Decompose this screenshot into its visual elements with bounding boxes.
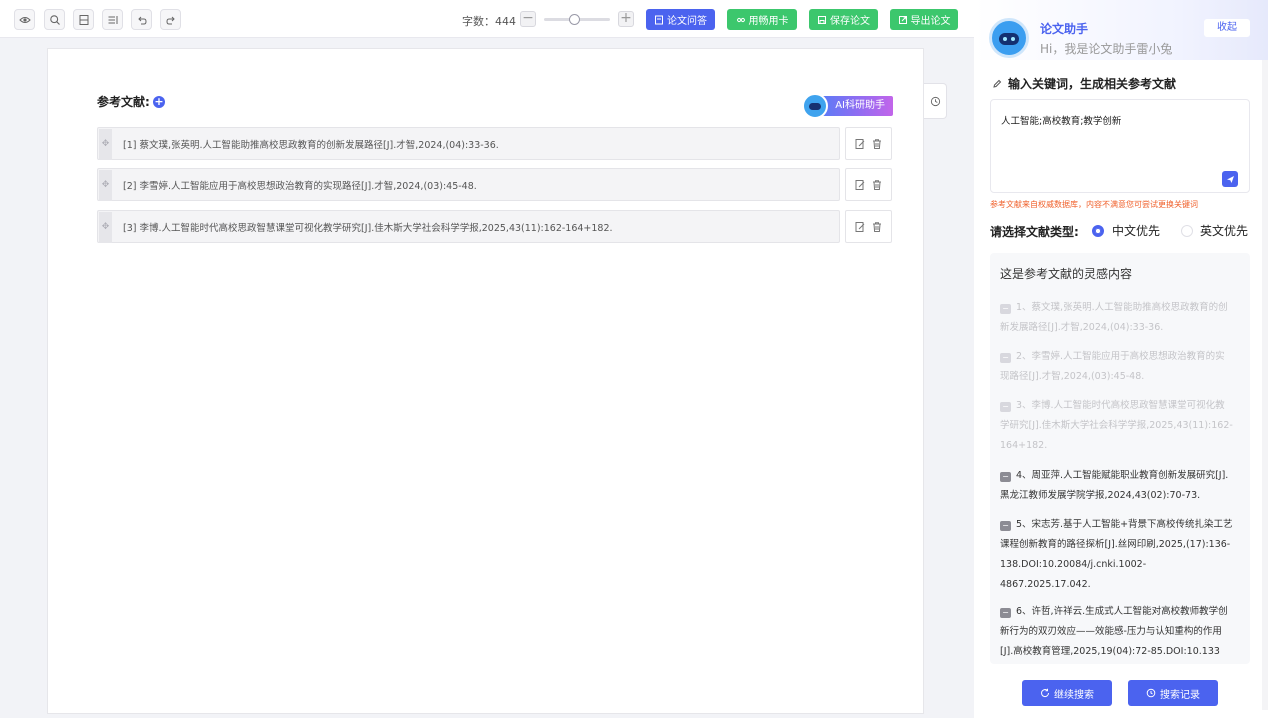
panel-scrollbar[interactable]: [1262, 60, 1268, 710]
export-paper-button[interactable]: 导出论文: [890, 9, 958, 30]
delete-icon[interactable]: [871, 138, 883, 150]
reference-entry[interactable]: ✥ [2] 李雪婷.人工智能应用于高校思想政治教育的实现路径[J].才智,202…: [97, 168, 840, 201]
document-page: 参考文献: + AI科研助手 ✥ [1] 蔡文璞,张英明.人工智能助推高校思政教…: [47, 48, 924, 714]
zoom-slider[interactable]: [544, 14, 610, 25]
search-history-label: 搜索记录: [1160, 689, 1200, 701]
radio-english-first[interactable]: [1181, 225, 1193, 237]
zoom-out-button[interactable]: −: [520, 11, 536, 27]
drag-handle-icon[interactable]: ✥: [99, 212, 112, 243]
paper-qa-button[interactable]: 论文问答: [646, 9, 715, 30]
save-paper-label: 保存论文: [830, 16, 870, 27]
save-icon: [818, 15, 826, 24]
reference-actions: [845, 127, 892, 160]
ai-assistant-label: AI科研助手: [820, 96, 893, 116]
undo-icon[interactable]: [131, 9, 152, 30]
keyword-title-text: 输入关键词，生成相关参考文献: [1008, 77, 1177, 91]
assistant-header: 论文助手 Hi，我是论文助手雷小兔 收起: [974, 0, 1268, 60]
paper-qa-label: 论文问答: [667, 16, 707, 27]
inspiration-item-text: 5、宋志芳.基于人工智能+背景下高校传统扎染工艺课程创新教育的路径探析[J].丝…: [1000, 519, 1233, 590]
reference-text: [2] 李雪婷.人工智能应用于高校思想政治教育的实现路径[J].才智,2024,…: [123, 181, 477, 192]
reference-actions: [845, 210, 892, 243]
reference-text: [3] 李博.人工智能时代高校思政智慧课堂可视化教学研究[J].佳木斯大学社会科…: [123, 223, 613, 234]
zoom-slider-thumb[interactable]: [568, 14, 580, 25]
continue-search-label: 继续搜索: [1054, 689, 1094, 701]
collapse-button[interactable]: 收起: [1204, 19, 1250, 37]
pencil-icon: [993, 79, 1002, 88]
delete-icon[interactable]: [871, 221, 883, 233]
minus-checkbox-icon[interactable]: −: [1000, 304, 1011, 314]
eye-icon[interactable]: [14, 9, 35, 30]
clock-icon: [930, 96, 940, 106]
minus-checkbox-icon[interactable]: −: [1000, 353, 1011, 363]
drag-handle-icon[interactable]: ✥: [99, 170, 112, 201]
radio-chinese-first-label[interactable]: 中文优先: [1112, 222, 1160, 239]
inspiration-panel: 这是参考文献的灵感内容 −1、蔡文璞,张英明.人工智能助推高校思政教育的创新发展…: [990, 253, 1250, 664]
inspiration-item[interactable]: −5、宋志芳.基于人工智能+背景下高校传统扎染工艺课程创新教育的路径探析[J].…: [1000, 515, 1234, 595]
delete-icon[interactable]: [871, 179, 883, 191]
save-paper-button[interactable]: 保存论文: [809, 9, 878, 30]
robot-avatar-icon: [989, 18, 1029, 58]
inspiration-item[interactable]: −2、李雪婷.人工智能应用于高校思想政治教育的实现路径[J].才智,2024,(…: [1000, 347, 1234, 387]
inspiration-item-text: 6、许哲,许祥云.生成式人工智能对高校教师教学创新行为的双刃效应——效能感-压力…: [1000, 606, 1228, 657]
inspiration-item[interactable]: −1、蔡文璞,张英明.人工智能助推高校思政教育的创新发展路径[J].才智,202…: [1000, 298, 1234, 338]
card-button[interactable]: 用畅用卡: [727, 9, 797, 30]
redo-icon[interactable]: [160, 9, 181, 30]
list-icon[interactable]: [102, 9, 123, 30]
clock-icon: [1146, 688, 1156, 698]
inspiration-item-text: 1、蔡文璞,张英明.人工智能助推高校思政教育的创新发展路径[J].才智,2024…: [1000, 302, 1228, 333]
minus-checkbox-icon[interactable]: −: [1000, 608, 1011, 618]
references-heading: 参考文献:: [97, 95, 150, 109]
add-reference-button[interactable]: +: [153, 96, 165, 108]
radio-chinese-first[interactable]: [1092, 225, 1104, 237]
layout-icon[interactable]: [73, 9, 94, 30]
assistant-panel: 论文助手 Hi，我是论文助手雷小兔 收起 输入关键词，生成相关参考文献 人工智能…: [974, 0, 1268, 718]
inspiration-item[interactable]: −6、许哲,许祥云.生成式人工智能对高校教师教学创新行为的双刃效应——效能感-压…: [1000, 602, 1234, 662]
reference-entry[interactable]: ✥ [1] 蔡文璞,张英明.人工智能助推高校思政教育的创新发展路径[J].才智,…: [97, 127, 840, 160]
refresh-icon: [1041, 688, 1050, 698]
reference-actions: [845, 168, 892, 201]
infinity-icon: [736, 17, 745, 22]
export-icon: [898, 15, 907, 24]
card-label: 用畅用卡: [748, 16, 789, 27]
reference-text: [1] 蔡文璞,张英明.人工智能助推高校思政教育的创新发展路径[J].才智,20…: [123, 140, 499, 151]
word-count: 字数：444: [462, 15, 516, 28]
history-button[interactable]: [924, 83, 947, 119]
send-button[interactable]: [1222, 171, 1238, 187]
toolbar: 字数：444 − + 论文问答 用畅用卡 保存论文 导出论文: [0, 0, 974, 38]
inspiration-item-text: 4、周亚萍.人工智能赋能职业教育创新发展研究[J].黑龙江教师发展学院学报,20…: [1000, 470, 1229, 501]
minus-checkbox-icon[interactable]: −: [1000, 521, 1011, 531]
qa-icon: [655, 15, 663, 24]
reference-entry[interactable]: ✥ [3] 李博.人工智能时代高校思政智慧课堂可视化教学研究[J].佳木斯大学社…: [97, 210, 840, 243]
search-icon[interactable]: [44, 9, 65, 30]
edit-icon[interactable]: [854, 179, 866, 191]
inspiration-item[interactable]: −3、李博.人工智能时代高校思政智慧课堂可视化教学研究[J].佳木斯大学社会科学…: [1000, 396, 1234, 456]
send-icon: [1226, 175, 1234, 183]
robot-avatar-icon: [802, 93, 828, 119]
assistant-name: 论文助手: [1040, 22, 1089, 36]
search-history-button[interactable]: 搜索记录: [1128, 680, 1218, 706]
edit-icon[interactable]: [854, 221, 866, 233]
zoom-in-button[interactable]: +: [618, 11, 634, 27]
ai-assistant-badge[interactable]: AI科研助手: [802, 93, 893, 119]
keyword-hint: 参考文献来自权威数据库，内容不满意您可尝试更换关键词: [990, 200, 1198, 209]
inspiration-item-text: 3、李博.人工智能时代高校思政智慧课堂可视化教学研究[J].佳木斯大学社会科学学…: [1000, 400, 1233, 451]
keyword-input[interactable]: 人工智能;高校教育;教学创新: [990, 99, 1250, 193]
assistant-greeting: Hi，我是论文助手雷小兔: [1040, 42, 1173, 56]
continue-search-button[interactable]: 继续搜索: [1022, 680, 1112, 706]
inspiration-item-text: 2、李雪婷.人工智能应用于高校思想政治教育的实现路径[J].才智,2024,(0…: [1000, 351, 1225, 382]
inspiration-item[interactable]: −4、周亚萍.人工智能赋能职业教育创新发展研究[J].黑龙江教师发展学院学报,2…: [1000, 466, 1234, 506]
radio-english-first-label[interactable]: 英文优先: [1200, 222, 1248, 239]
edit-icon[interactable]: [854, 138, 866, 150]
export-paper-label: 导出论文: [910, 16, 951, 27]
reference-type-label: 请选择文献类型:: [990, 225, 1079, 239]
minus-checkbox-icon[interactable]: −: [1000, 472, 1011, 482]
keyword-section-title: 输入关键词，生成相关参考文献: [992, 75, 1176, 92]
inspiration-title: 这是参考文献的灵感内容: [1000, 267, 1133, 281]
minus-checkbox-icon[interactable]: −: [1000, 402, 1011, 412]
keyword-input-value: 人工智能;高校教育;教学创新: [1001, 116, 1122, 127]
drag-handle-icon[interactable]: ✥: [99, 129, 112, 160]
